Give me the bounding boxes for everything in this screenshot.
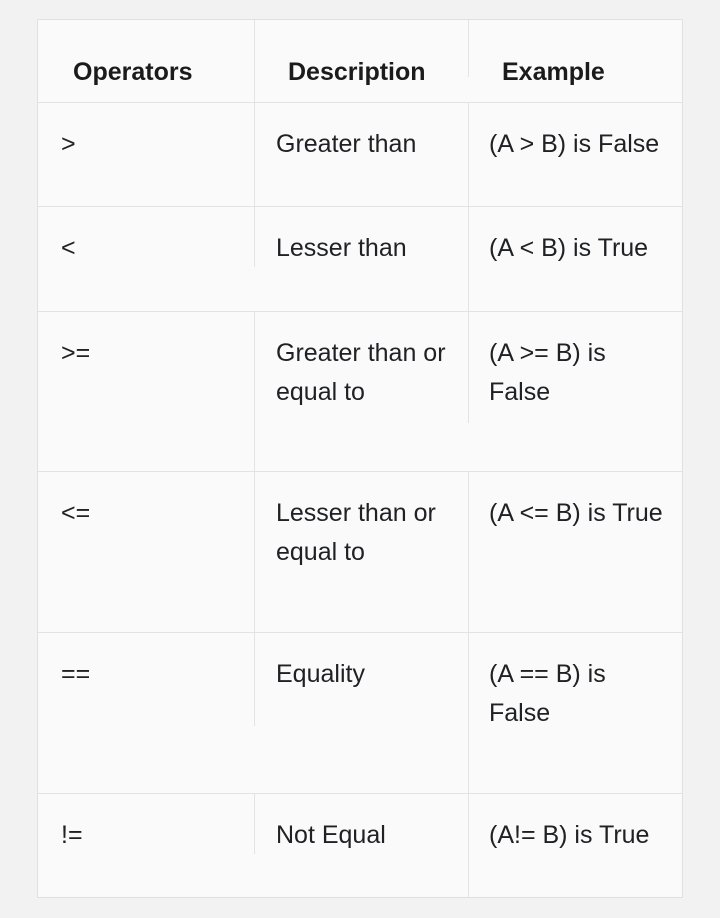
operator-value: >=	[61, 338, 91, 367]
table-header-row: Operators Description Example	[38, 20, 682, 103]
example-value: (A!= B) is True	[489, 820, 650, 849]
cell-example: (A >= B) is False	[468, 311, 682, 472]
table-body: > Greater than (A > B) is False < Lesser…	[38, 102, 682, 897]
column-header-description: Description	[254, 20, 468, 103]
example-value: (A >= B) is False	[489, 338, 606, 406]
column-header-example-label: Example	[502, 58, 605, 86]
column-header-operators: Operators	[38, 20, 254, 103]
cell-operator: ==	[38, 632, 254, 794]
cell-example: (A > B) is False	[468, 102, 682, 207]
operator-value: ==	[61, 660, 91, 689]
page-root: Operators Description Example > Greater …	[0, 0, 720, 918]
cell-example: (A <= B) is True	[468, 471, 682, 633]
description-value: Lesser than or equal to	[276, 499, 436, 567]
table-header: Operators Description Example	[38, 20, 682, 103]
cell-description: Equality	[254, 632, 468, 794]
operator-value: >	[61, 130, 76, 158]
column-header-description-label: Description	[288, 58, 426, 86]
operator-value: <=	[61, 499, 91, 528]
cell-operator: >	[38, 102, 254, 207]
cell-example: (A < B) is True	[468, 206, 682, 312]
cell-description: Lesser than	[254, 206, 468, 312]
description-value: Equality	[276, 660, 365, 689]
cell-example: (A!= B) is True	[468, 793, 682, 897]
table-row: >= Greater than or equal to (A >= B) is …	[38, 311, 682, 472]
cell-example: (A == B) is False	[468, 632, 682, 794]
column-header-example: Example	[468, 20, 682, 103]
description-value: Not Equal	[276, 820, 386, 849]
table-row: != Not Equal (A!= B) is True	[38, 793, 682, 897]
example-value: (A <= B) is True	[489, 499, 663, 528]
cell-description: Greater than	[254, 102, 468, 207]
example-value: (A < B) is True	[489, 234, 649, 263]
example-value: (A == B) is False	[489, 660, 606, 728]
cell-operator: <	[38, 206, 254, 312]
cell-operator: <=	[38, 471, 254, 633]
description-value: Lesser than	[276, 234, 407, 263]
table-row: <= Lesser than or equal to (A <= B) is T…	[38, 471, 682, 633]
operator-value: <	[61, 234, 76, 263]
cell-description: Greater than or equal to	[254, 311, 468, 472]
cell-operator: !=	[38, 793, 254, 897]
relational-operators-table: Operators Description Example > Greater …	[38, 20, 682, 897]
table-row: == Equality (A == B) is False	[38, 632, 682, 794]
column-header-operators-label: Operators	[73, 58, 193, 86]
cell-description: Lesser than or equal to	[254, 471, 468, 633]
operators-table-container: Operators Description Example > Greater …	[37, 19, 683, 898]
cell-operator: >=	[38, 311, 254, 472]
cell-description: Not Equal	[254, 793, 468, 897]
example-value: (A > B) is False	[489, 130, 660, 158]
operator-value: !=	[61, 820, 83, 849]
table-row: > Greater than (A > B) is False	[38, 102, 682, 207]
description-value: Greater than	[276, 130, 417, 158]
description-value: Greater than or equal to	[276, 338, 446, 406]
table-row: < Lesser than (A < B) is True	[38, 206, 682, 312]
